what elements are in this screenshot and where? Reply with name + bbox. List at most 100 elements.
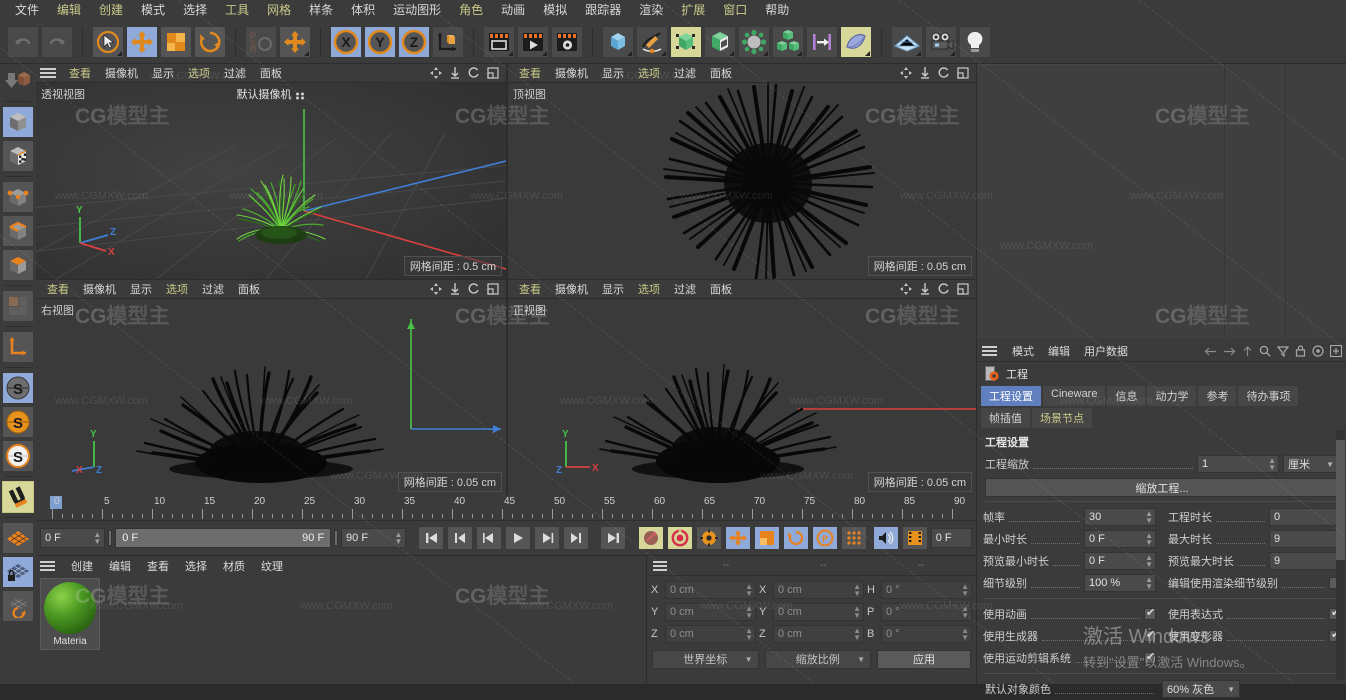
key-parameter-button[interactable]: P: [811, 526, 838, 550]
material-menu-3[interactable]: 选择: [177, 558, 215, 574]
polygon-mode-button[interactable]: [2, 249, 34, 281]
uv-mode-button[interactable]: [2, 290, 34, 322]
spinner-icon[interactable]: ▲ ▼: [961, 605, 969, 620]
sculpt-button[interactable]: [840, 25, 872, 58]
goto-start-button[interactable]: [417, 526, 444, 550]
pan-icon[interactable]: [900, 283, 912, 295]
menu-item-11[interactable]: 动画: [492, 0, 534, 20]
maximize-icon[interactable]: [487, 283, 499, 295]
coord-position-field[interactable]: 0 cm ▲ ▼: [665, 603, 756, 621]
model-mode-button[interactable]: [2, 106, 34, 138]
vp3-menu-0[interactable]: 查看: [512, 281, 548, 297]
axis-move-button[interactable]: [279, 25, 311, 58]
menu-item-17[interactable]: 帮助: [756, 0, 798, 20]
attribute-field-2[interactable]: 9: [1269, 552, 1341, 570]
viewport-top-canvas[interactable]: 顶视图 网格间距 : 0.05 cm: [508, 83, 976, 279]
x-axis-button[interactable]: X: [330, 25, 362, 58]
timeline-ruler[interactable]: 0 5 10 15 20 25 30 35 40 45 50 55 60 65 70 75 80 85 90: [36, 495, 976, 521]
texture-mode-button[interactable]: [2, 140, 34, 172]
coord-size-field[interactable]: 0 cm ▲ ▼: [773, 581, 864, 599]
edge-mode-button[interactable]: [2, 215, 34, 247]
checkbox[interactable]: [1144, 650, 1156, 664]
project-scale-unit-select[interactable]: 厘米 ▼: [1283, 455, 1339, 473]
vp1-menu-2[interactable]: 显示: [595, 65, 631, 81]
back-arrow-icon[interactable]: [1204, 346, 1217, 357]
rotate-icon[interactable]: [938, 67, 950, 79]
vp0-menu-4[interactable]: 过滤: [217, 65, 253, 81]
hamburger-icon[interactable]: [982, 346, 997, 356]
snap-enable-button[interactable]: S: [2, 372, 34, 404]
environment-button[interactable]: [738, 25, 770, 58]
coord-position-field[interactable]: 0 cm ▲ ▼: [665, 625, 756, 643]
attr-menu-0[interactable]: 模式: [1005, 343, 1041, 359]
rotate-icon[interactable]: [938, 283, 950, 295]
up-arrow-icon[interactable]: [1242, 345, 1253, 357]
vp1-menu-5[interactable]: 面板: [703, 65, 739, 81]
menu-item-15[interactable]: 扩展: [672, 0, 714, 20]
move-tool-button[interactable]: [126, 25, 158, 58]
attribute-field-2[interactable]: 9: [1269, 530, 1341, 548]
vp0-menu-0[interactable]: 查看: [62, 65, 98, 81]
nurbs-generator-button[interactable]: [670, 25, 702, 58]
menu-item-0[interactable]: 文件: [6, 0, 48, 20]
vp3-menu-4[interactable]: 过滤: [667, 281, 703, 297]
attr-menu-1[interactable]: 编辑: [1041, 343, 1077, 359]
snap-vertex-button[interactable]: S: [2, 440, 34, 472]
menu-item-3[interactable]: 模式: [132, 0, 174, 20]
viewport-perspective[interactable]: 查看 摄像机 显示 选项 过滤 面板 透视视图 默认摄像机 Y Z X 网格间距…: [36, 64, 506, 279]
scale-tool-button[interactable]: [160, 25, 192, 58]
vp1-menu-4[interactable]: 过滤: [667, 65, 703, 81]
material-item[interactable]: Materia: [44, 582, 96, 647]
material-menu-0[interactable]: 创建: [63, 558, 101, 574]
next-keyframe-button[interactable]: [562, 526, 589, 550]
dolly-icon[interactable]: [449, 67, 461, 79]
coord-size-field[interactable]: 0 cm ▲ ▼: [773, 625, 864, 643]
material-menu-5[interactable]: 纹理: [253, 558, 291, 574]
vp3-menu-5[interactable]: 面板: [703, 281, 739, 297]
viewport-right[interactable]: 查看 摄像机 显示 选项 过滤 面板 右视图 Y Z X 网格间距: 0.05…: [36, 280, 506, 495]
pan-icon[interactable]: [900, 67, 912, 79]
undo-button[interactable]: [7, 25, 39, 58]
vp1-menu-0[interactable]: 查看: [512, 65, 548, 81]
coord-system-select[interactable]: 世界坐标 ▼: [652, 649, 759, 669]
spinner-icon[interactable]: ▲ ▼: [961, 627, 969, 642]
point-mode-button[interactable]: [2, 181, 34, 213]
material-menu-1[interactable]: 编辑: [101, 558, 139, 574]
camera-object-button[interactable]: [925, 25, 957, 58]
attribute-field[interactable]: 0 F ▲ ▼: [1084, 530, 1156, 548]
magnet-tool-button[interactable]: [2, 481, 34, 513]
redo-button[interactable]: [41, 25, 73, 58]
spinner-icon[interactable]: ▲ ▼: [745, 605, 753, 620]
menu-item-1[interactable]: 编辑: [48, 0, 90, 20]
deformer-button[interactable]: [704, 25, 736, 58]
coord-rotation-field[interactable]: 0 ° ▲ ▼: [881, 581, 972, 599]
spinner-icon[interactable]: ▲ ▼: [1268, 457, 1276, 472]
render-view-button[interactable]: [483, 25, 515, 58]
sound-button[interactable]: [872, 526, 899, 550]
viewport-top[interactable]: 查看 摄像机 显示 选项 过滤 面板 顶视图 网格间距: 0.05 cm: [508, 64, 976, 279]
attribute-field[interactable]: 100 % ▲ ▼: [1084, 574, 1156, 592]
floor-object-button[interactable]: [891, 25, 923, 58]
world-coordinate-button[interactable]: [432, 25, 464, 58]
range-handle-left[interactable]: [108, 530, 113, 546]
attribute-field[interactable]: 0 F ▲ ▼: [1084, 552, 1156, 570]
goto-end-button[interactable]: [600, 526, 627, 550]
spinner-icon[interactable]: ▲ ▼: [853, 627, 861, 642]
vp2-menu-1[interactable]: 摄像机: [76, 281, 123, 297]
spinner-icon[interactable]: ▲ ▼: [394, 531, 402, 546]
menu-item-10[interactable]: 角色: [450, 0, 492, 20]
spline-pen-button[interactable]: [636, 25, 668, 58]
hamburger-icon[interactable]: [40, 561, 55, 571]
menu-item-13[interactable]: 跟踪器: [576, 0, 630, 20]
attribute-scrollbar[interactable]: [1336, 430, 1345, 680]
vp0-menu-5[interactable]: 面板: [253, 65, 289, 81]
range-handle-right[interactable]: [334, 530, 339, 546]
menu-item-9[interactable]: 运动图形: [384, 0, 450, 20]
maximize-icon[interactable]: [957, 283, 969, 295]
workplane-lock-button[interactable]: [2, 556, 34, 588]
workplane-button[interactable]: [2, 522, 34, 554]
pan-icon[interactable]: [430, 67, 442, 79]
key-rotation-button[interactable]: [782, 526, 809, 550]
z-axis-button[interactable]: Z: [398, 25, 430, 58]
attribute-tab-row2-0[interactable]: 帧插值: [981, 408, 1030, 428]
